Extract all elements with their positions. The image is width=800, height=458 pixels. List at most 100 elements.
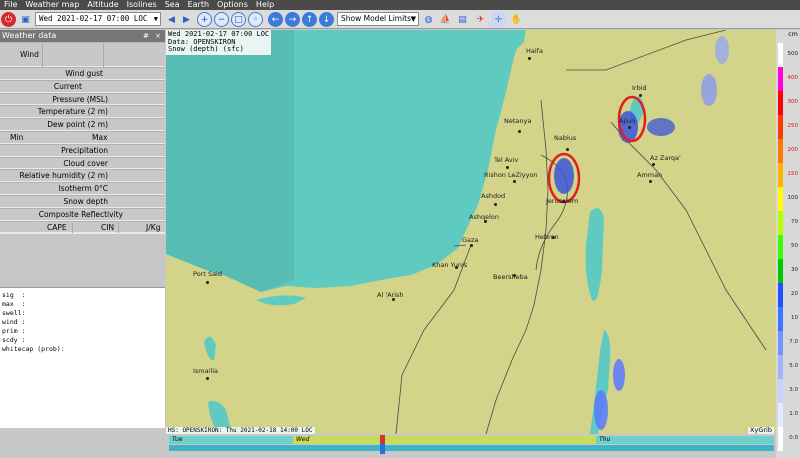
- xygrib-credit: XyGrib: [748, 426, 774, 434]
- legend-value: 100: [787, 195, 799, 201]
- down-icon[interactable]: ↓: [319, 12, 334, 27]
- menu-altitude[interactable]: Altitude: [83, 0, 122, 10]
- info-line-layer: Snow (depth) (sfc): [168, 45, 244, 53]
- legend-swatch: [778, 187, 783, 211]
- zoom-area-icon[interactable]: □: [231, 12, 246, 27]
- legend-swatch: [778, 67, 783, 91]
- city-label: Tel Aviv: [494, 156, 519, 164]
- legend-value: 50: [791, 243, 798, 249]
- day-tue[interactable]: Tue: [169, 436, 293, 444]
- row-label: Wind: [20, 50, 39, 59]
- snow-patch: [701, 74, 717, 106]
- row-label: Relative humidity (2 m): [19, 171, 108, 181]
- legend-swatch: [778, 259, 783, 283]
- close-icon[interactable]: ×: [155, 30, 161, 42]
- legend-value: 500: [787, 51, 799, 57]
- row-label: Dew point (2 m): [47, 120, 108, 130]
- row-min-max: Min Max: [0, 130, 165, 144]
- weather-map[interactable]: Wed 2021-02-17 07:00 LOC Data: OPENSKIRON…: [166, 30, 776, 434]
- city-dot: [506, 166, 509, 169]
- row-cloud-cover: Cloud cover: [0, 156, 165, 170]
- menu-sea[interactable]: Sea: [161, 0, 184, 10]
- row-current: Current: [0, 79, 165, 93]
- chevron-down-icon: ▼: [153, 15, 158, 23]
- save-image-icon[interactable]: ▤: [455, 12, 470, 27]
- menu-isolines[interactable]: Isolines: [123, 0, 161, 10]
- open-icon[interactable]: ▣: [18, 12, 33, 27]
- menu-weather-map[interactable]: Weather map: [21, 0, 83, 10]
- city-dot: [628, 126, 631, 129]
- row-snow-depth: Snow depth: [0, 194, 165, 208]
- city-label: Khan Yunis: [432, 261, 468, 269]
- city-label: Irbid: [632, 84, 647, 92]
- map-info-box: Wed 2021-02-17 07:00 LOC Data: OPENSKIRON…: [166, 30, 272, 55]
- city-dot: [206, 281, 209, 284]
- back-icon[interactable]: ←: [268, 12, 283, 27]
- menu-help[interactable]: Help: [252, 0, 278, 10]
- snow-patch: [554, 158, 574, 194]
- city-label: Hebron: [535, 233, 559, 241]
- float-button[interactable]: #: [143, 30, 149, 42]
- map-bottom-note: HS: OPENSKIRON: Thu 2021-02-18 14:00 LOC: [166, 427, 315, 434]
- legend-unit: cm: [788, 30, 798, 38]
- day-wed[interactable]: Wed: [293, 436, 596, 444]
- date-select[interactable]: Wed 2021-02-17 07:00 LOC ▼: [35, 12, 161, 26]
- city-dot: [513, 180, 516, 183]
- cell-divider: [103, 44, 104, 67]
- menu-earth[interactable]: Earth: [184, 0, 213, 10]
- row-isotherm: Isotherm 0°C: [0, 182, 165, 195]
- zoom-in-icon[interactable]: +: [197, 12, 212, 27]
- time-slider-handle[interactable]: [380, 435, 385, 454]
- zoom-fit-icon[interactable]: ◦: [248, 12, 263, 27]
- city-dot: [470, 244, 473, 247]
- legend-swatch: [778, 139, 783, 163]
- panel-spacer: [0, 233, 165, 288]
- row-label: Precipitation: [61, 145, 108, 155]
- model-limits-select[interactable]: Show Model Limits ▼: [337, 12, 419, 26]
- legend-value: 300: [787, 99, 799, 105]
- color-legend: cm 500 400 300 250 200 150 100 70 50 30 20 10 7.0 5.0…: [776, 30, 800, 458]
- timeline[interactable]: Tue Wed Thu: [166, 435, 776, 458]
- rocket-icon[interactable]: ✈: [473, 12, 488, 27]
- city-label: Ajlun: [619, 117, 636, 125]
- cross-icon[interactable]: ✛: [491, 12, 506, 27]
- city-label: Haifa: [526, 47, 543, 55]
- legend-swatch: [778, 427, 783, 451]
- stop-icon[interactable]: ⏻: [1, 12, 16, 27]
- boat-icon[interactable]: ⛵: [438, 12, 453, 27]
- zoom-out-icon[interactable]: −: [214, 12, 229, 27]
- legend-swatch: [778, 355, 783, 379]
- snow-patch: [647, 118, 675, 136]
- prev-icon[interactable]: ◀: [164, 12, 179, 27]
- meteotable-icon[interactable]: ◍: [421, 12, 436, 27]
- chevron-down-icon: ▼: [410, 15, 416, 23]
- row-dew-point: Dew point (2 m): [0, 118, 165, 131]
- legend-value: 0.0: [789, 435, 798, 441]
- city-dot: [206, 377, 209, 380]
- forward-icon[interactable]: →: [285, 12, 300, 27]
- row-label: Composite Reflectivity: [38, 209, 123, 219]
- menu-file[interactable]: File: [0, 0, 21, 10]
- toolbar: ⏻ ▣ Wed 2021-02-17 07:00 LOC ▼ ◀ ▶ + − □…: [0, 10, 800, 29]
- next-icon[interactable]: ▶: [179, 12, 194, 27]
- unit-label: J/Kg: [146, 222, 161, 232]
- snow-patch: [594, 390, 608, 430]
- menu-options[interactable]: Options: [213, 0, 252, 10]
- legend-value: 30: [791, 267, 798, 273]
- hand-icon[interactable]: ✋: [509, 12, 524, 27]
- up-icon[interactable]: ↑: [302, 12, 317, 27]
- city-dot: [518, 130, 521, 133]
- row-cape: CAPE CIN J/Kg: [0, 220, 165, 234]
- legend-value: 1.0: [789, 411, 798, 417]
- city-label: Al 'Arish: [377, 291, 404, 299]
- sea-darker-band: [166, 30, 294, 292]
- row-label: Cloud cover: [63, 158, 108, 168]
- row-temperature: Temperature (2 m): [0, 105, 165, 119]
- day-thu[interactable]: Thu: [596, 436, 774, 444]
- row-label: Temperature (2 m): [37, 107, 108, 117]
- city-label: Amman: [637, 171, 663, 179]
- time-slider-track[interactable]: [169, 445, 774, 451]
- model-limits-value: Show Model Limits: [341, 14, 412, 23]
- dead-sea: [585, 208, 604, 301]
- legend-swatch: [778, 235, 783, 259]
